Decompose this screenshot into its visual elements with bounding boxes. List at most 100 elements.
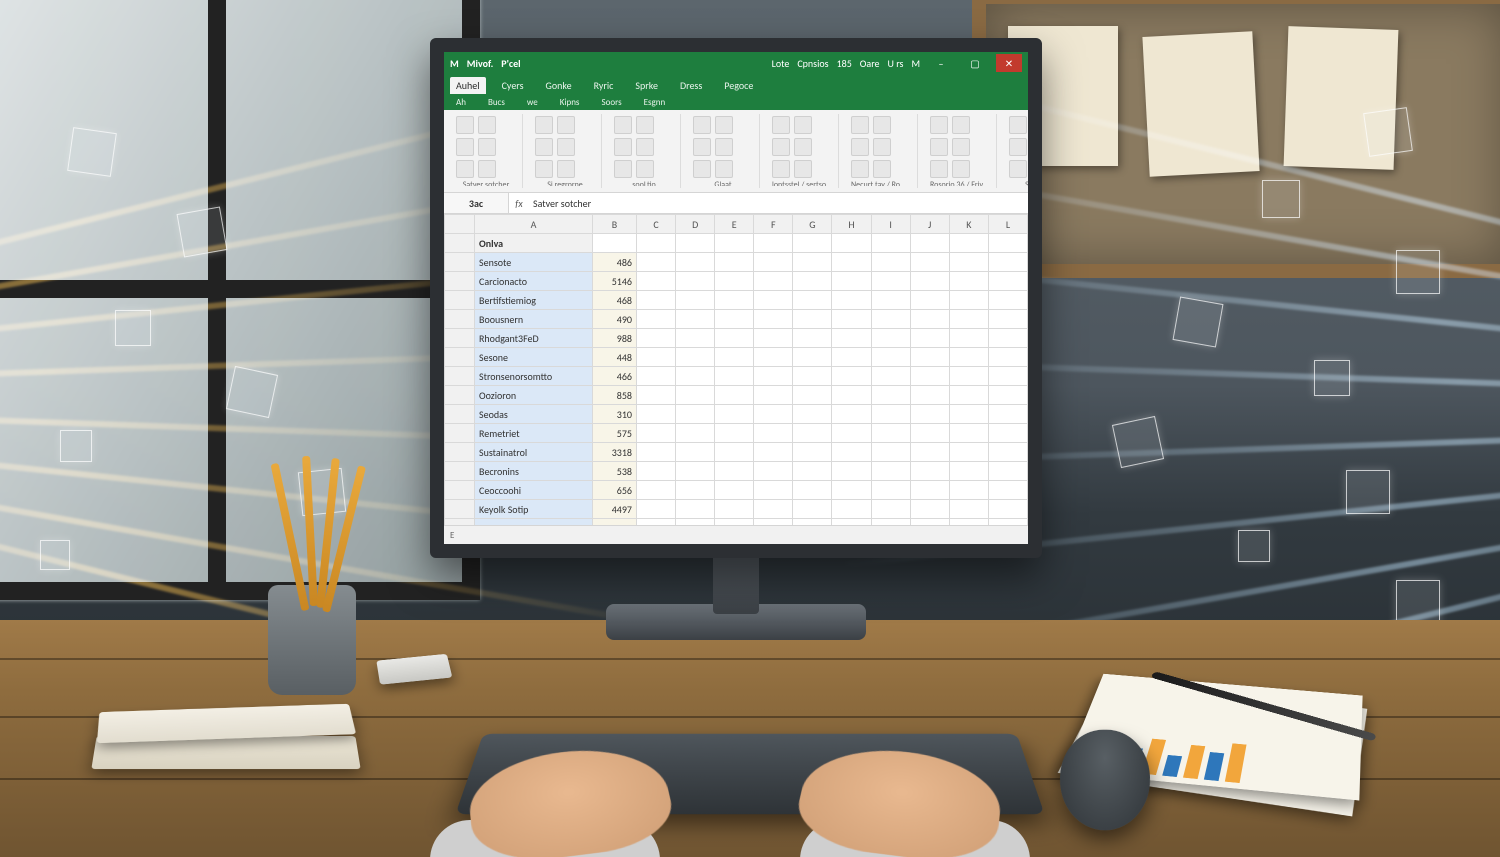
tab[interactable]: Dress [674,77,708,94]
column-header[interactable]: E [715,215,754,234]
cell[interactable] [871,481,910,500]
cell[interactable] [676,481,715,500]
cell[interactable]: 448 [593,348,637,367]
cell[interactable] [793,272,832,291]
cell[interactable]: Stronsenorsomtto [475,367,593,386]
cell[interactable] [754,348,793,367]
ribbon-button[interactable] [456,160,474,178]
cell[interactable]: Seodas [475,405,593,424]
cell[interactable] [754,367,793,386]
column-header[interactable]: L [988,215,1027,234]
ribbon-button[interactable] [1009,160,1027,178]
ribbon-button[interactable] [614,138,632,156]
ribbon-button[interactable] [794,116,812,134]
cell[interactable] [988,443,1027,462]
cell[interactable] [793,386,832,405]
cell[interactable] [793,462,832,481]
cell[interactable] [754,310,793,329]
row-header[interactable] [445,329,475,348]
cell[interactable] [910,519,949,526]
column-header[interactable]: G [793,215,832,234]
cell[interactable] [949,329,988,348]
cell[interactable] [949,291,988,310]
cell[interactable] [715,272,754,291]
cell[interactable] [988,424,1027,443]
cell[interactable] [637,310,676,329]
row-header[interactable] [445,443,475,462]
cell[interactable] [754,462,793,481]
cell[interactable] [676,272,715,291]
cell[interactable] [832,462,871,481]
ribbon-button[interactable] [851,116,869,134]
ribbon-button[interactable] [636,160,654,178]
cell[interactable] [949,405,988,424]
cell[interactable] [676,462,715,481]
cell[interactable] [910,367,949,386]
column-header[interactable]: F [754,215,793,234]
cell[interactable] [793,310,832,329]
cell[interactable]: 5146 [593,272,637,291]
cell[interactable]: Becronins [475,462,593,481]
cell[interactable] [871,310,910,329]
ribbon-button[interactable] [614,160,632,178]
cell[interactable] [910,462,949,481]
row-header[interactable] [445,253,475,272]
column-header[interactable]: A [475,215,593,234]
tab[interactable]: Sprke [629,77,664,94]
column-header[interactable]: C [637,215,676,234]
cell[interactable] [715,462,754,481]
cell[interactable] [715,386,754,405]
cell[interactable] [793,481,832,500]
cell[interactable]: Carcionacto [475,272,593,291]
ribbon-button[interactable] [478,160,496,178]
ribbon-button[interactable] [693,138,711,156]
cell[interactable] [871,253,910,272]
cell[interactable] [754,329,793,348]
cell[interactable] [637,424,676,443]
minimize-button[interactable]: – [928,54,954,72]
cell[interactable] [988,500,1027,519]
cell[interactable] [949,253,988,272]
row-header[interactable] [445,386,475,405]
cell[interactable] [676,291,715,310]
ribbon-button[interactable] [557,160,575,178]
cell[interactable] [871,519,910,526]
cell[interactable]: Sustainatrol [475,443,593,462]
cell[interactable] [715,234,754,253]
cell[interactable]: 988 [593,329,637,348]
cell[interactable] [871,329,910,348]
cell[interactable] [637,500,676,519]
cell[interactable] [832,272,871,291]
cell[interactable] [910,310,949,329]
cell[interactable] [715,367,754,386]
cell[interactable] [793,329,832,348]
column-header[interactable]: H [832,215,871,234]
cell[interactable] [832,310,871,329]
ribbon-button[interactable] [478,116,496,134]
cell[interactable] [676,348,715,367]
cell[interactable] [637,462,676,481]
cell[interactable] [793,519,832,526]
cell[interactable] [637,329,676,348]
cell[interactable] [715,500,754,519]
cell[interactable] [871,272,910,291]
ribbon-button[interactable] [851,160,869,178]
cell[interactable] [793,443,832,462]
ribbon-button[interactable] [873,160,891,178]
cell[interactable] [793,234,832,253]
cell[interactable] [676,405,715,424]
ribbon-button[interactable] [456,116,474,134]
cell[interactable] [676,234,715,253]
cell[interactable] [754,519,793,526]
cell[interactable] [715,424,754,443]
row-header[interactable] [445,424,475,443]
cell[interactable] [910,500,949,519]
cell[interactable] [637,291,676,310]
cell[interactable] [988,481,1027,500]
cell[interactable] [637,405,676,424]
cell[interactable] [832,329,871,348]
cell[interactable] [754,253,793,272]
cell[interactable] [793,367,832,386]
ribbon-button[interactable] [930,116,948,134]
ribbon-button[interactable] [930,138,948,156]
